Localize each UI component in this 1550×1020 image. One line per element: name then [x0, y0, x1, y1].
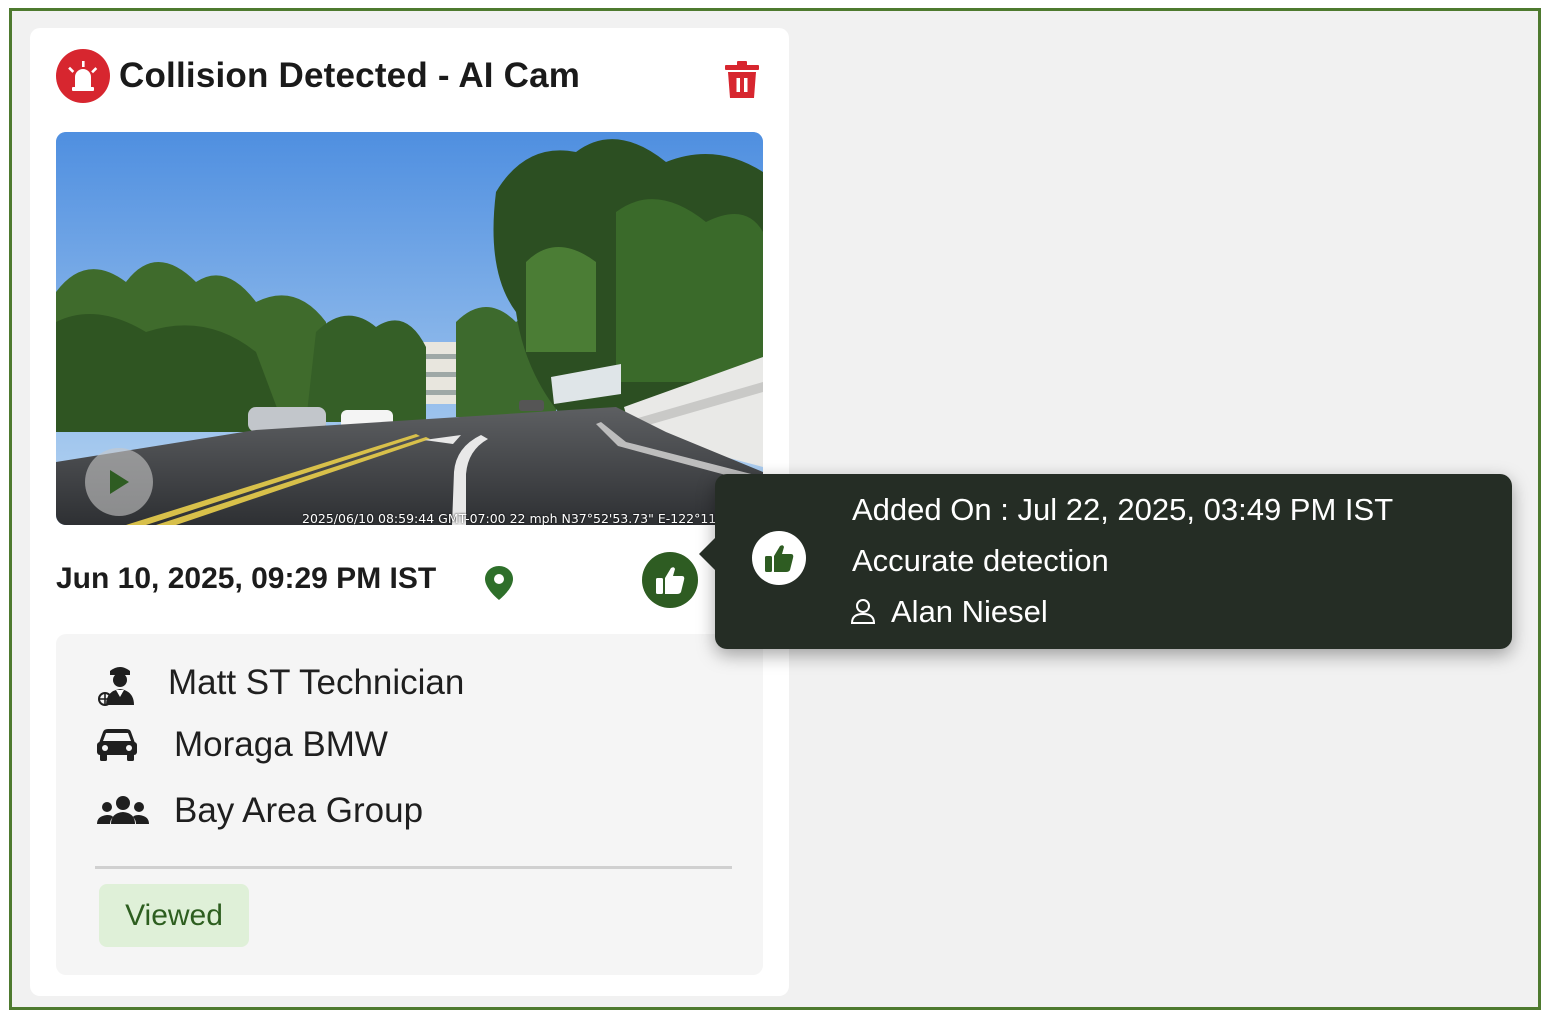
- group-row: Bay Area Group: [96, 786, 423, 836]
- location-button[interactable]: [482, 564, 516, 602]
- user-icon: [850, 597, 876, 625]
- event-datetime: Jun 10, 2025, 09:29 PM IST: [56, 562, 437, 595]
- event-card: Collision Detected - AI Cam 2025/06/10 0…: [30, 28, 789, 996]
- added-on-label: Added On :: [852, 492, 1009, 527]
- driver-icon: [96, 658, 150, 708]
- feedback-tooltip: Added On : Jul 22, 2025, 03:49 PM IST Ac…: [699, 474, 1512, 649]
- event-details-panel: Matt ST Technician Moraga BMW Bay Area G…: [56, 634, 763, 975]
- tooltip-user: Alan Niesel: [891, 594, 1048, 629]
- delete-button[interactable]: [724, 61, 760, 99]
- vehicle-row: Moraga BMW: [96, 720, 388, 770]
- driver-row: Matt ST Technician: [96, 658, 464, 708]
- group-name: Bay Area Group: [174, 791, 424, 830]
- video-thumbnail[interactable]: 2025/06/10 08:59:44 GMT-07:00 22 mph N37…: [56, 132, 763, 525]
- thumbs-up-icon: [752, 531, 806, 585]
- event-title: Collision Detected - AI Cam: [119, 56, 581, 95]
- video-overlay-text: 2025/06/10 08:59:44 GMT-07:00 22 mph N37…: [302, 511, 717, 525]
- thumbs-up-icon: [656, 567, 685, 594]
- tooltip-added-on: Added On : Jul 22, 2025, 03:49 PM IST: [852, 492, 1393, 528]
- group-icon: [96, 786, 150, 836]
- tooltip-arrow: [699, 536, 717, 572]
- play-icon: [110, 470, 129, 494]
- dashcam-frame: [56, 132, 763, 525]
- vehicle-name: Moraga BMW: [174, 725, 388, 764]
- feedback-button[interactable]: [642, 552, 698, 608]
- divider: [95, 866, 732, 869]
- event-meta-row: Jun 10, 2025, 09:29 PM IST: [56, 552, 770, 616]
- status-badge: Viewed: [99, 884, 249, 947]
- driver-name: Matt ST Technician: [168, 663, 465, 702]
- added-on-value: Jul 22, 2025, 03:49 PM IST: [1017, 492, 1394, 527]
- tooltip-feedback: Accurate detection: [852, 543, 1109, 578]
- card-header: Collision Detected - AI Cam: [56, 48, 766, 106]
- trash-icon: [725, 61, 759, 98]
- siren-icon: [56, 49, 110, 103]
- play-button[interactable]: [85, 448, 153, 516]
- location-pin-icon: [485, 566, 513, 600]
- car-icon: [96, 720, 150, 770]
